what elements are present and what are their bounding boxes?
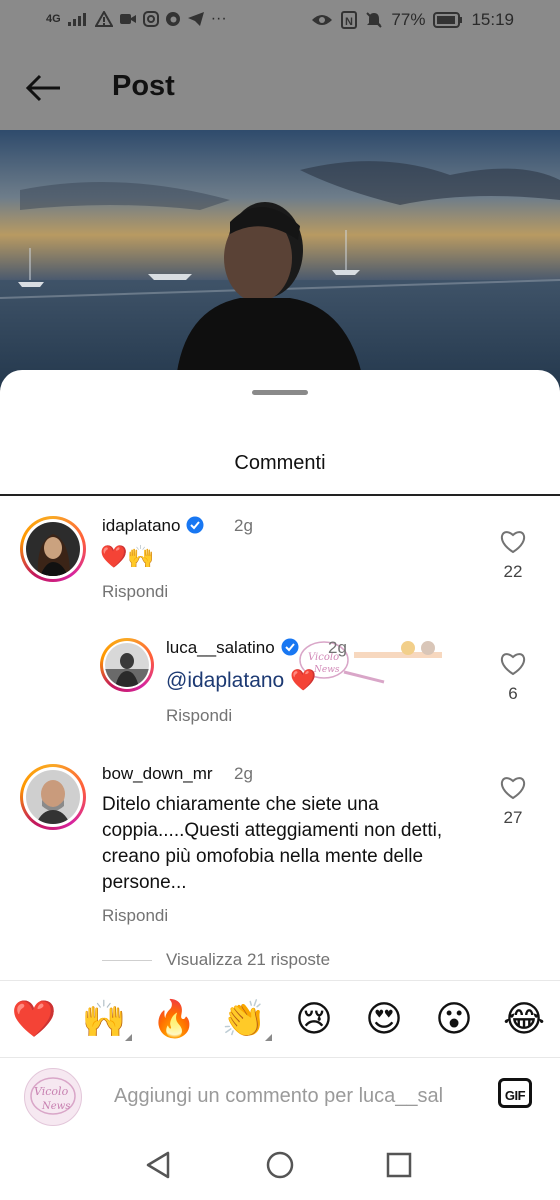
comment-time: 2g [234,764,253,783]
system-nav-bar [0,1130,560,1200]
comment-emoji: ❤️ [290,669,317,692]
verified-badge-icon [186,516,204,534]
vodafone-icon [165,12,180,26]
comment-time: 2g [328,638,347,657]
network-label: 4G [46,13,61,25]
warning-icon [94,11,113,27]
my-avatar: Vicolo News [24,1068,82,1126]
comment-username[interactable]: bow_down_mr [102,764,213,784]
status-left-icons: 4G ··· [46,10,227,28]
emoji-heart-eyes[interactable]: 😍 [360,995,408,1043]
battery-icon [433,12,463,28]
back-arrow-icon[interactable] [24,68,64,108]
avatar[interactable] [20,764,86,830]
reply-button[interactable]: Rispondi [102,582,168,602]
emoji-heart[interactable]: ❤️ [10,995,58,1043]
comment-username[interactable]: idaplatano [102,516,204,536]
avatar-image [26,770,80,824]
avatar[interactable] [20,516,86,582]
sheet-title: Commenti [234,452,326,474]
comments-sheet: Commenti idaplatano 2g ❤️🙌 Rispondi Vico… [0,370,560,1200]
nfc-icon: N [341,11,358,29]
gif-button[interactable]: GIF [498,1078,532,1108]
like-heart-icon[interactable] [500,776,526,800]
comment-text: Ditelo chiaramente che siete una coppia.… [102,794,443,893]
sunset-photo [0,130,560,390]
eye-icon [312,15,333,25]
like-heart-icon[interactable] [500,530,526,554]
top-app-bar: Post [0,44,560,130]
emoji-fire[interactable]: 🔥 [150,995,198,1043]
nav-home-icon[interactable] [263,1148,297,1182]
video-call-icon [119,14,136,24]
status-right-icons: N 77% 15:19 [311,10,514,30]
comment-item: idaplatano 2g ❤️🙌 Rispondi Vicolo News 2… [0,496,560,684]
view-replies-line [102,959,152,961]
status-bar: 4G ··· N 77% 15:19 [0,0,560,44]
svg-text:Vicolo: Vicolo [34,1085,69,1098]
reply-button[interactable]: Rispondi [166,706,232,726]
emoji-quick-bar: ❤️ 🙌 🔥 👏 😢 😍 😮 😂 [0,980,560,1058]
page-title: Post [112,70,175,102]
emoji-raising-hands[interactable]: 🙌 [80,995,132,1043]
svg-text:N: N [345,16,353,28]
emoji-clapping[interactable]: 👏 [220,995,272,1043]
instagram-icon [142,11,159,27]
mention-link[interactable]: @idaplatano [166,669,284,692]
nav-back-icon[interactable] [142,1148,176,1182]
mute-icon [366,12,383,28]
emoji-laughing[interactable]: 😂 [500,995,548,1043]
telegram-icon [187,12,204,26]
reply-button[interactable]: Rispondi [102,906,168,926]
comment-composer: Vicolo News GIF [0,1056,560,1140]
clock: 15:19 [471,10,514,29]
avatar-image [105,643,149,687]
comment-text: ❤️🙌 [100,544,155,569]
verified-badge-icon [281,638,299,656]
comment-time: 2g [234,516,253,535]
comment-item: bow_down_mr 2g Ditelo chiaramente che si… [0,750,560,940]
comment-text: @idaplatano ❤️ [166,668,316,694]
avatar-image [26,522,80,576]
view-replies-button[interactable]: Visualizza 21 risposte [102,950,330,970]
svg-text:News: News [41,1101,70,1112]
emoji-crying[interactable]: 😢 [290,995,338,1043]
nav-recents-icon[interactable] [382,1148,416,1182]
more-notifications: ··· [210,10,227,27]
view-replies-label: Visualizza 21 risposte [166,950,331,969]
emoji-surprised[interactable]: 😮 [430,995,478,1043]
signal-icon [67,13,86,26]
comment-username[interactable]: luca__salatino [166,638,299,658]
battery-percent: 77% [391,10,426,29]
post-image [0,130,560,390]
comment-reply-item: luca__salatino 2g @idaplatano ❤️ Rispond… [0,626,560,736]
sheet-drag-handle[interactable] [252,390,308,395]
avatar[interactable] [100,638,154,692]
like-count: 22 [503,562,523,581]
like-count: 27 [503,808,523,827]
like-count: 6 [508,684,518,703]
comment-input[interactable] [112,1084,480,1109]
avatar-image: Vicolo News [30,1077,76,1115]
like-heart-icon[interactable] [500,652,526,676]
